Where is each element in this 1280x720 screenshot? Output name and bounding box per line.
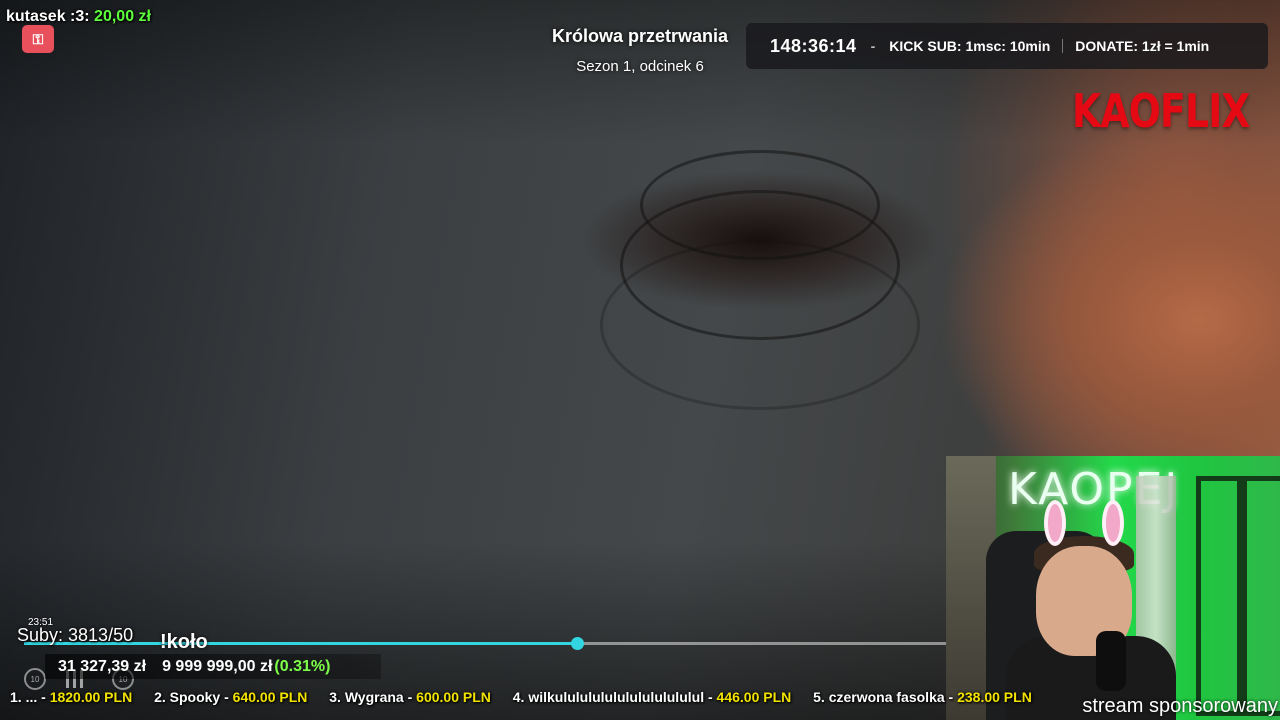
goal-target: 9 999 999,00 zł [162,657,273,675]
leaderboard-entry: 4. wilkulululululululululululul - 446.00… [512,689,792,705]
episode-subtitle: Sezon 1, odcinek 6 [576,58,704,75]
sub-counter: Suby: 3813/50 [17,625,134,645]
episode-title: Królowa przetrwania [551,26,729,46]
goal-current: 31 327,39 zł [58,657,147,675]
subathon-timer: 148:36:14 [770,35,857,56]
separator: - [870,38,876,54]
donate-rate: DONATE: 1zł = 1min [1075,38,1210,54]
bunny-ear-icon [1044,500,1066,546]
donation-goal: 31 327,39 zł 9 999 999,00 zł (0.31%) [45,654,381,679]
goal-percent: (0.31%) [274,657,331,675]
donation-amount: 20,00 zł [94,8,151,25]
eye-wrinkle [640,150,880,260]
leaderboard-entry: 2. Spooky - 640.00 PLN [154,689,308,705]
microphone [1096,631,1126,691]
leaderboard-entry: 1. ... - 1820.00 PLN [10,689,133,705]
leaderboard-entry: 5. czerwona fasolka - 238.00 PLN [813,689,1032,705]
eye-wrinkle [620,190,900,340]
key-icon: ⚿ [22,25,54,53]
webcam-overlay: KAOPEJ stream sponsorowany [946,456,1280,720]
leaderboard-entry: 3. Wygrana - 600.00 PLN [329,689,491,705]
kick-sub-rate: KICK SUB: 1msc: 10min [889,38,1051,54]
wall-panel [1196,476,1242,716]
eye-wrinkle [600,240,920,410]
divider [1062,39,1064,53]
sponsor-label: stream sponsorowany [1082,695,1278,717]
wall-panel [1242,476,1280,716]
bunny-ear-icon [1102,500,1124,546]
subathon-bar: 148:36:14 - KICK SUB: 1msc: 10min DONATE… [746,23,1268,69]
rewind-10-icon[interactable]: 10 [24,668,46,690]
kaoflix-logo: KAOFLIX [1072,84,1250,138]
leaderboard-ticker: 1. ... - 1820.00 PLN 2. Spooky - 640.00 … [10,689,1050,709]
chat-command: !koło [160,631,208,653]
latest-donation: kutasek :3: 20,00 zł [6,8,151,26]
donor-name: kutasek :3: [6,8,90,25]
